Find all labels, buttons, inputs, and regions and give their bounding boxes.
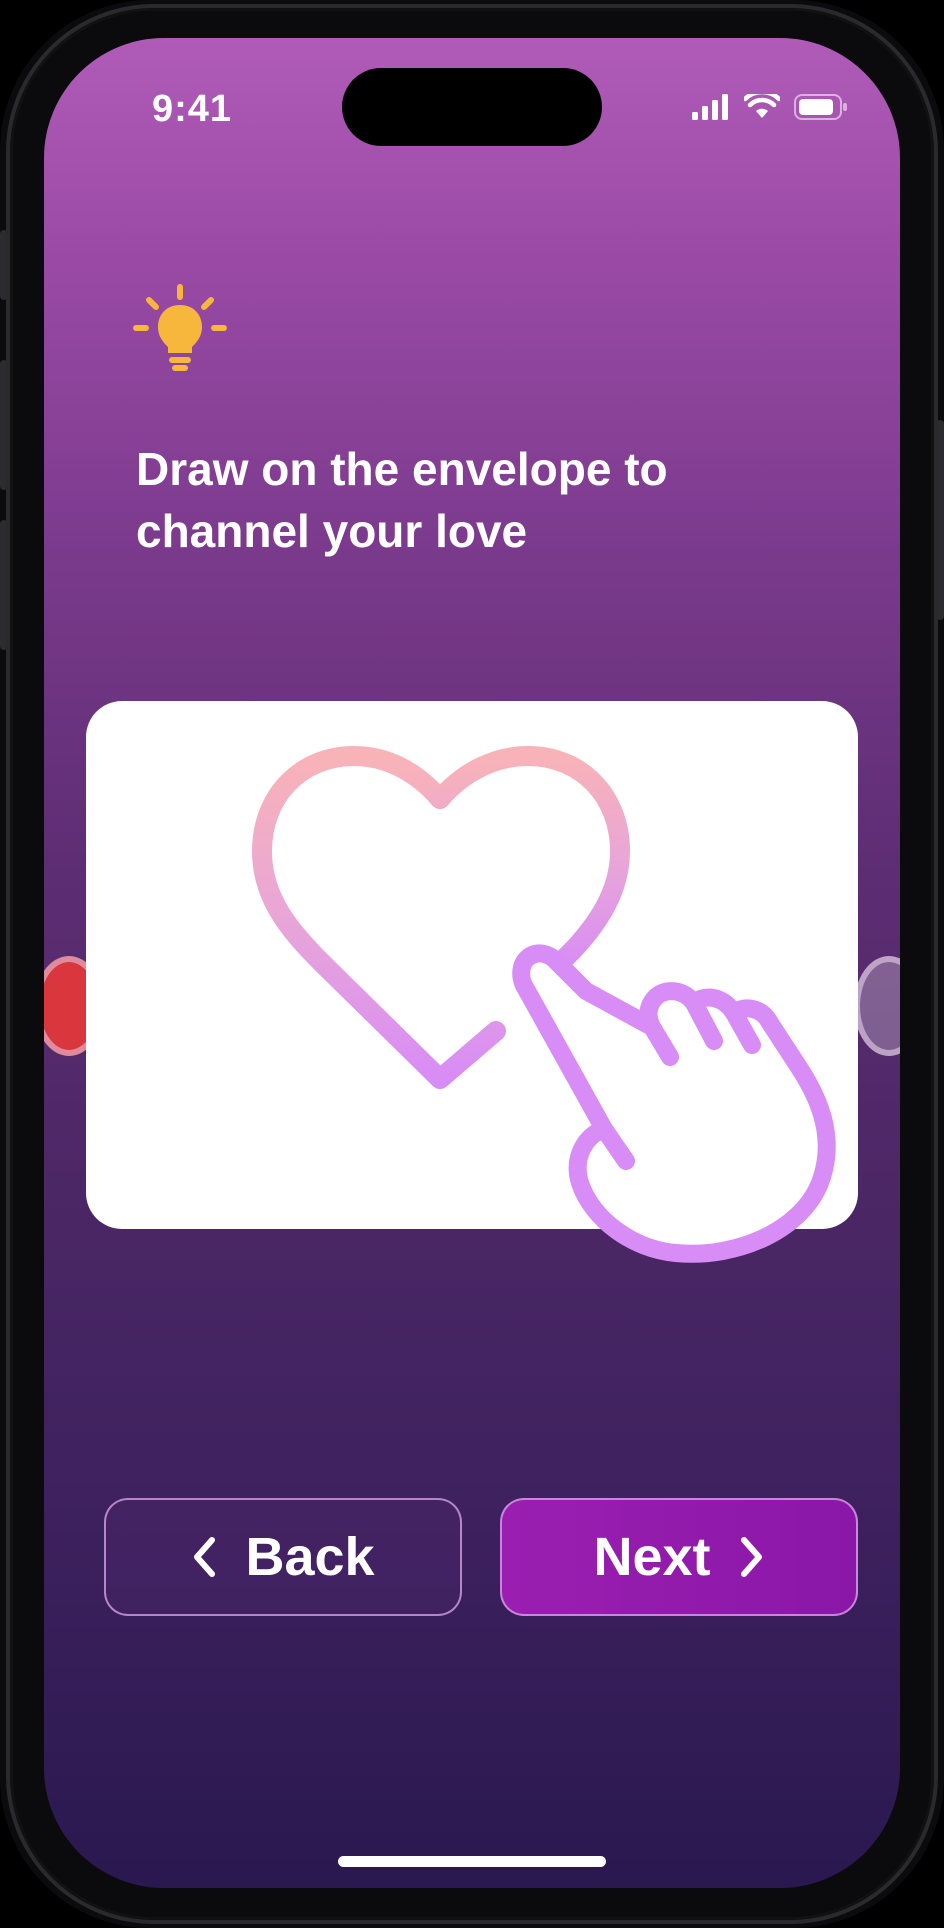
dynamic-island	[342, 68, 602, 146]
next-button[interactable]: Next	[500, 1498, 858, 1616]
lightbulb-icon	[133, 284, 227, 371]
home-indicator[interactable]	[338, 1856, 606, 1867]
status-icons	[692, 94, 848, 120]
phone-frame: 9:41 Draw on the envelope to channel you…	[0, 0, 944, 1928]
carousel-next-envelope[interactable]	[854, 956, 900, 1056]
envelope-drawing-canvas[interactable]	[86, 701, 858, 1229]
status-time: 9:41	[152, 88, 233, 130]
tip-headline: Draw on the envelope to channel your lov…	[136, 438, 836, 562]
back-button[interactable]: Back	[104, 1498, 462, 1616]
battery-icon	[794, 94, 847, 120]
tip-headline-line1: Draw on the envelope to	[136, 443, 668, 495]
cellular-signal-icon	[692, 94, 728, 120]
back-button-label: Back	[245, 1527, 375, 1587]
wifi-icon	[744, 94, 780, 118]
screen: 9:41 Draw on the envelope to channel you…	[44, 38, 900, 1888]
status-bar: 9:41	[44, 38, 900, 178]
tip-headline-line2: channel your love	[136, 505, 528, 557]
next-button-label: Next	[593, 1527, 711, 1587]
chevron-left-icon	[194, 1537, 216, 1577]
chevron-right-icon	[740, 1537, 762, 1577]
